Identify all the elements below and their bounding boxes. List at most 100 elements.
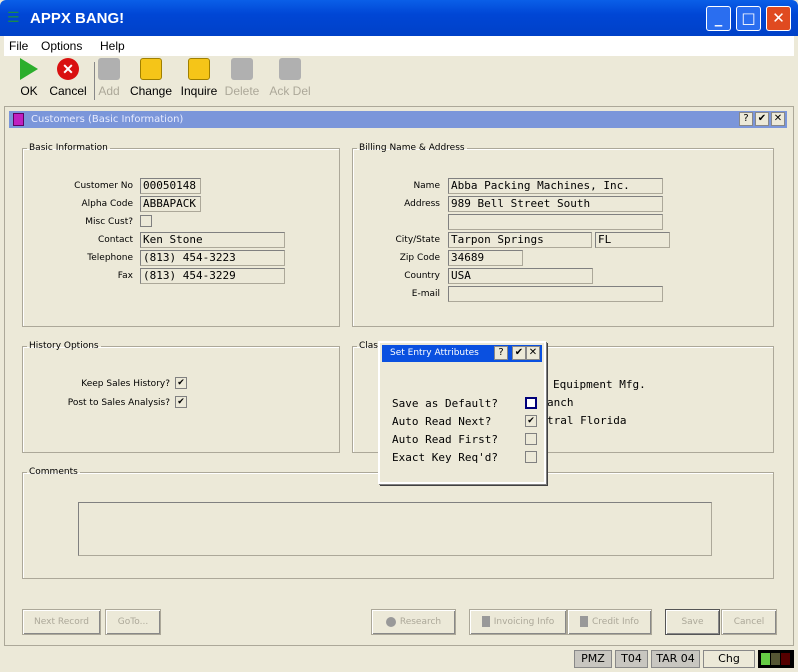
minimize-button[interactable]: _: [706, 6, 731, 31]
frame-title: Customers (Basic Information): [31, 114, 184, 125]
ack-del-label: Ack Del: [269, 84, 311, 98]
change-button[interactable]: Change: [128, 58, 174, 98]
address-line2-field[interactable]: [448, 214, 663, 230]
add-label: Add: [98, 84, 120, 98]
app-icon: ☰: [7, 10, 20, 26]
auto-read-next-label: Auto Read Next?: [392, 415, 492, 428]
ok-button[interactable]: OK: [16, 58, 42, 98]
fax-field[interactable]: (813) 454-3229: [140, 268, 285, 284]
window-title: APPX BANG!: [30, 10, 125, 27]
zip-field[interactable]: 34689: [448, 250, 523, 266]
help-button[interactable]: ?: [739, 112, 753, 126]
maximize-button[interactable]: □: [736, 6, 761, 31]
invoicing-icon: [481, 616, 490, 627]
class-value-3: tral Florida: [547, 414, 627, 427]
add-button[interactable]: Add: [96, 58, 122, 98]
contact-field[interactable]: Ken Stone: [140, 232, 285, 248]
research-icon: [385, 616, 396, 627]
menu-options[interactable]: Options: [41, 39, 82, 53]
address-label: Address: [404, 199, 440, 209]
email-field[interactable]: [448, 286, 663, 302]
address-line1-field[interactable]: 989 Bell Street South: [448, 196, 663, 212]
credit-info-button[interactable]: Credit Info: [567, 609, 652, 635]
comments-legend: Comments: [29, 467, 78, 477]
invoicing-label: Invoicing Info: [493, 617, 555, 627]
cancel-form-button[interactable]: Cancel: [721, 609, 777, 635]
research-button[interactable]: Research: [371, 609, 456, 635]
close-button[interactable]: ✕: [766, 6, 791, 31]
frame-title-bar: Customers (Basic Information) ? ✔ ✕: [9, 111, 787, 128]
class-value-1: Equipment Mfg.: [553, 378, 646, 391]
save-default-checkbox[interactable]: [525, 397, 537, 409]
change-label: Change: [129, 84, 173, 98]
next-record-button[interactable]: Next Record: [22, 609, 101, 635]
menu-bar: File Options Help: [4, 36, 794, 56]
customer-no-label: Customer No: [74, 181, 133, 191]
auto-read-first-checkbox[interactable]: [525, 433, 537, 445]
keep-history-checkbox[interactable]: ✔: [175, 377, 187, 389]
research-label: Research: [399, 617, 442, 627]
fax-label: Fax: [117, 271, 133, 281]
cancel-button[interactable]: ✕ Cancel: [46, 58, 90, 98]
status-app: TAR 04: [651, 650, 700, 668]
add-icon: [98, 58, 120, 80]
name-label: Name: [413, 181, 440, 191]
menu-file[interactable]: File: [9, 39, 28, 53]
city-state-label: City/State: [395, 235, 441, 245]
name-field[interactable]: Abba Packing Machines, Inc.: [448, 178, 663, 194]
country-field[interactable]: USA: [448, 268, 593, 284]
telephone-field[interactable]: (813) 454-3223: [140, 250, 285, 266]
toolbar-separator: [94, 62, 95, 100]
status-terminal: T04: [615, 650, 648, 668]
class-legend: Clas: [359, 341, 378, 351]
dialog-help-button[interactable]: ?: [494, 346, 508, 360]
goto-button[interactable]: GoTo...: [105, 609, 161, 635]
post-sales-checkbox[interactable]: ✔: [175, 396, 187, 408]
exact-key-checkbox[interactable]: [525, 451, 537, 463]
save-button[interactable]: Save: [665, 609, 720, 635]
dialog-accept-button[interactable]: ✔: [512, 346, 526, 360]
credit-label: Credit Info: [592, 617, 639, 627]
menu-help[interactable]: Help: [100, 39, 125, 53]
city-field[interactable]: Tarpon Springs: [448, 232, 592, 248]
post-sales-label: Post to Sales Analysis?: [67, 398, 170, 408]
billing-legend: Billing Name & Address: [359, 143, 465, 153]
delete-label: Delete: [224, 84, 260, 98]
state-field[interactable]: FL: [595, 232, 670, 248]
comments-textarea[interactable]: [78, 502, 712, 556]
ok-label: OK: [20, 84, 38, 98]
customer-no-field[interactable]: 00050148: [140, 178, 201, 194]
accept-button[interactable]: ✔: [755, 112, 769, 126]
misc-cust-checkbox[interactable]: [140, 215, 152, 227]
frame-icon: [13, 113, 24, 126]
status-lights-icon: [758, 650, 794, 668]
change-icon: [140, 58, 162, 80]
ack-del-button[interactable]: Ack Del: [266, 58, 314, 98]
credit-icon: [580, 616, 589, 627]
misc-cust-label: Misc Cust?: [85, 217, 133, 227]
close-frame-button[interactable]: ✕: [771, 112, 785, 126]
auto-read-first-label: Auto Read First?: [392, 433, 498, 446]
class-value-2: anch: [547, 396, 574, 409]
alpha-code-field[interactable]: ABBAPACK: [140, 196, 201, 212]
zip-label: Zip Code: [399, 253, 440, 263]
cancel-icon: ✕: [57, 58, 79, 80]
telephone-label: Telephone: [87, 253, 133, 263]
dialog-close-button[interactable]: ✕: [526, 346, 540, 360]
invoicing-info-button[interactable]: Invoicing Info: [469, 609, 567, 635]
status-user: PMZ: [574, 650, 612, 668]
keep-history-label: Keep Sales History?: [81, 379, 170, 389]
inquire-label: Inquire: [180, 84, 218, 98]
inquire-icon: [188, 58, 210, 80]
play-icon: [20, 58, 38, 80]
status-bar: PMZ T04 TAR 04 Chg: [4, 650, 794, 668]
delete-icon: [231, 58, 253, 80]
cancel-label: Cancel: [49, 84, 87, 98]
title-bar: ☰ APPX BANG! _ □ ✕: [0, 0, 798, 36]
set-entry-attributes-dialog: Set Entry Attributes ? ✔ ✕ Save as Defau…: [378, 341, 546, 484]
dialog-title: Set Entry Attributes: [390, 348, 479, 358]
inquire-button[interactable]: Inquire: [179, 58, 219, 98]
auto-read-next-checkbox[interactable]: ✔: [525, 415, 537, 427]
delete-button[interactable]: Delete: [222, 58, 262, 98]
save-default-label: Save as Default?: [392, 397, 498, 410]
